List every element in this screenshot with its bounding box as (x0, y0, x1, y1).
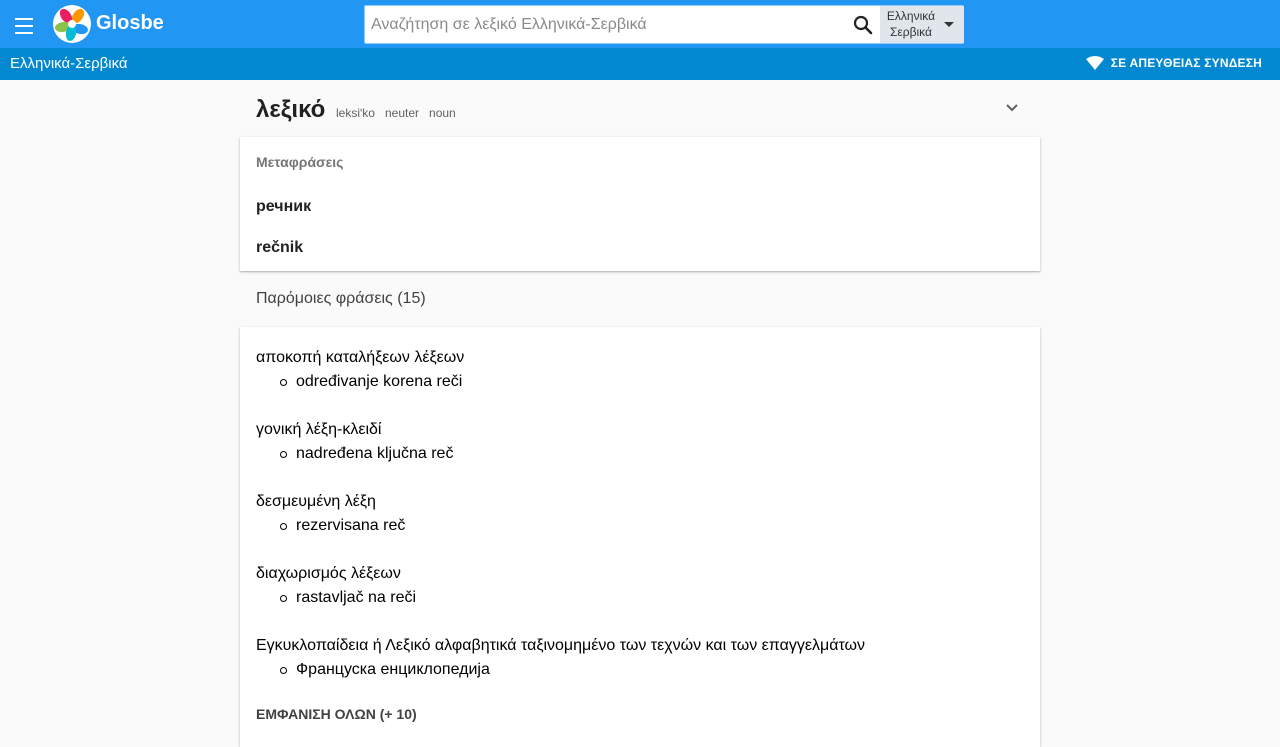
translation-item[interactable]: rečnik (256, 239, 303, 257)
bullet-icon (280, 450, 287, 458)
phrase-translation-text: nadređena ključna reč (296, 445, 454, 462)
phrase-translation[interactable]: Француска енциклопедија (256, 661, 1016, 679)
language-pair-bar: Ελληνικά-Σερβικά ΣΕ ΑΠΕΥΘΕΙΑΣ ΣΥΝΔΕΣΗ (0, 48, 1280, 80)
phrase-translation-text: određivanje korena reči (296, 373, 463, 390)
online-status[interactable]: ΣΕ ΑΠΕΥΘΕΙΑΣ ΣΥΝΔΕΣΗ (1085, 56, 1262, 70)
part-of-speech: noun (429, 106, 456, 120)
phrase-item: Εγκυκλοπαίδεια ή Λεξικό αλφαβητικά ταξιν… (256, 637, 1016, 679)
language-select-from: Ελληνικά (886, 9, 936, 23)
bullet-icon (280, 666, 287, 674)
search-input[interactable] (371, 8, 841, 41)
online-status-label: ΣΕ ΑΠΕΥΘΕΙΑΣ ΣΥΝΔΕΣΗ (1110, 56, 1262, 70)
chevron-down-icon[interactable] (1002, 98, 1022, 118)
similar-phrases-title: Παρόμοιες φράσεις (15) (256, 290, 426, 307)
top-app-bar: Glosbe Ελληνικά Σερβικά (0, 0, 1280, 48)
phrase-source[interactable]: δεσμευμένη λέξη (256, 493, 1016, 511)
language-select-to: Σερβικά (890, 25, 932, 39)
headword: λεξικό (256, 96, 326, 123)
wifi-icon (1085, 56, 1104, 70)
phrase-item: γονική λέξη-κλειδί nadređena ključna reč (256, 421, 1016, 463)
caret-down-icon (944, 22, 954, 27)
phrase-translation[interactable]: rastavljač na reči (256, 589, 1016, 607)
gender: neuter (384, 106, 420, 120)
menu-icon[interactable] (12, 12, 36, 36)
similar-phrases-card: αποκοπή καταλήξεων λέξεων određivanje ko… (240, 327, 1040, 747)
phrase-translation[interactable]: određivanje korena reči (256, 373, 1016, 391)
brand-name[interactable]: Glosbe (96, 12, 164, 35)
search-box: Ελληνικά Σερβικά (364, 5, 964, 44)
phrase-item: δεσμευμένη λέξη rezervisana reč (256, 493, 1016, 535)
bullet-icon (280, 594, 287, 602)
pronunciation: leksiʹko (336, 106, 375, 120)
phrase-translation-text: rastavljač na reči (296, 589, 417, 606)
translations-card: Μεταφράσεις речник rečnik (240, 137, 1040, 271)
bullet-icon (280, 522, 287, 530)
language-pair-title[interactable]: Ελληνικά-Σερβικά (10, 55, 128, 72)
phrase-translation[interactable]: rezervisana reč (256, 517, 1016, 535)
search-icon[interactable] (851, 13, 875, 37)
language-select[interactable]: Ελληνικά Σερβικά (880, 6, 964, 43)
phrase-translation-text: Француска енциклопедија (296, 661, 490, 678)
phrase-source[interactable]: διαχωρισμός λέξεων (256, 565, 1016, 583)
phrase-source[interactable]: γονική λέξη-κλειδί (256, 421, 1016, 439)
translations-title: Μεταφράσεις (256, 154, 344, 170)
translation-item[interactable]: речник (256, 198, 311, 216)
phrase-item: αποκοπή καταλήξεων λέξεων određivanje ko… (256, 349, 1016, 391)
phrase-source[interactable]: αποκοπή καταλήξεων λέξεων (256, 349, 1016, 367)
phrase-translation-text: rezervisana reč (296, 517, 406, 534)
phrase-source[interactable]: Εγκυκλοπαίδεια ή Λεξικό αλφαβητικά ταξιν… (256, 637, 1016, 655)
entry-meta: leksiʹko neuter noun (336, 106, 456, 120)
bullet-icon (280, 378, 287, 386)
glosbe-logo[interactable] (53, 5, 91, 43)
phrase-translation[interactable]: nadređena ključna reč (256, 445, 1016, 463)
phrase-item: διαχωρισμός λέξεων rastavljač na reči (256, 565, 1016, 607)
